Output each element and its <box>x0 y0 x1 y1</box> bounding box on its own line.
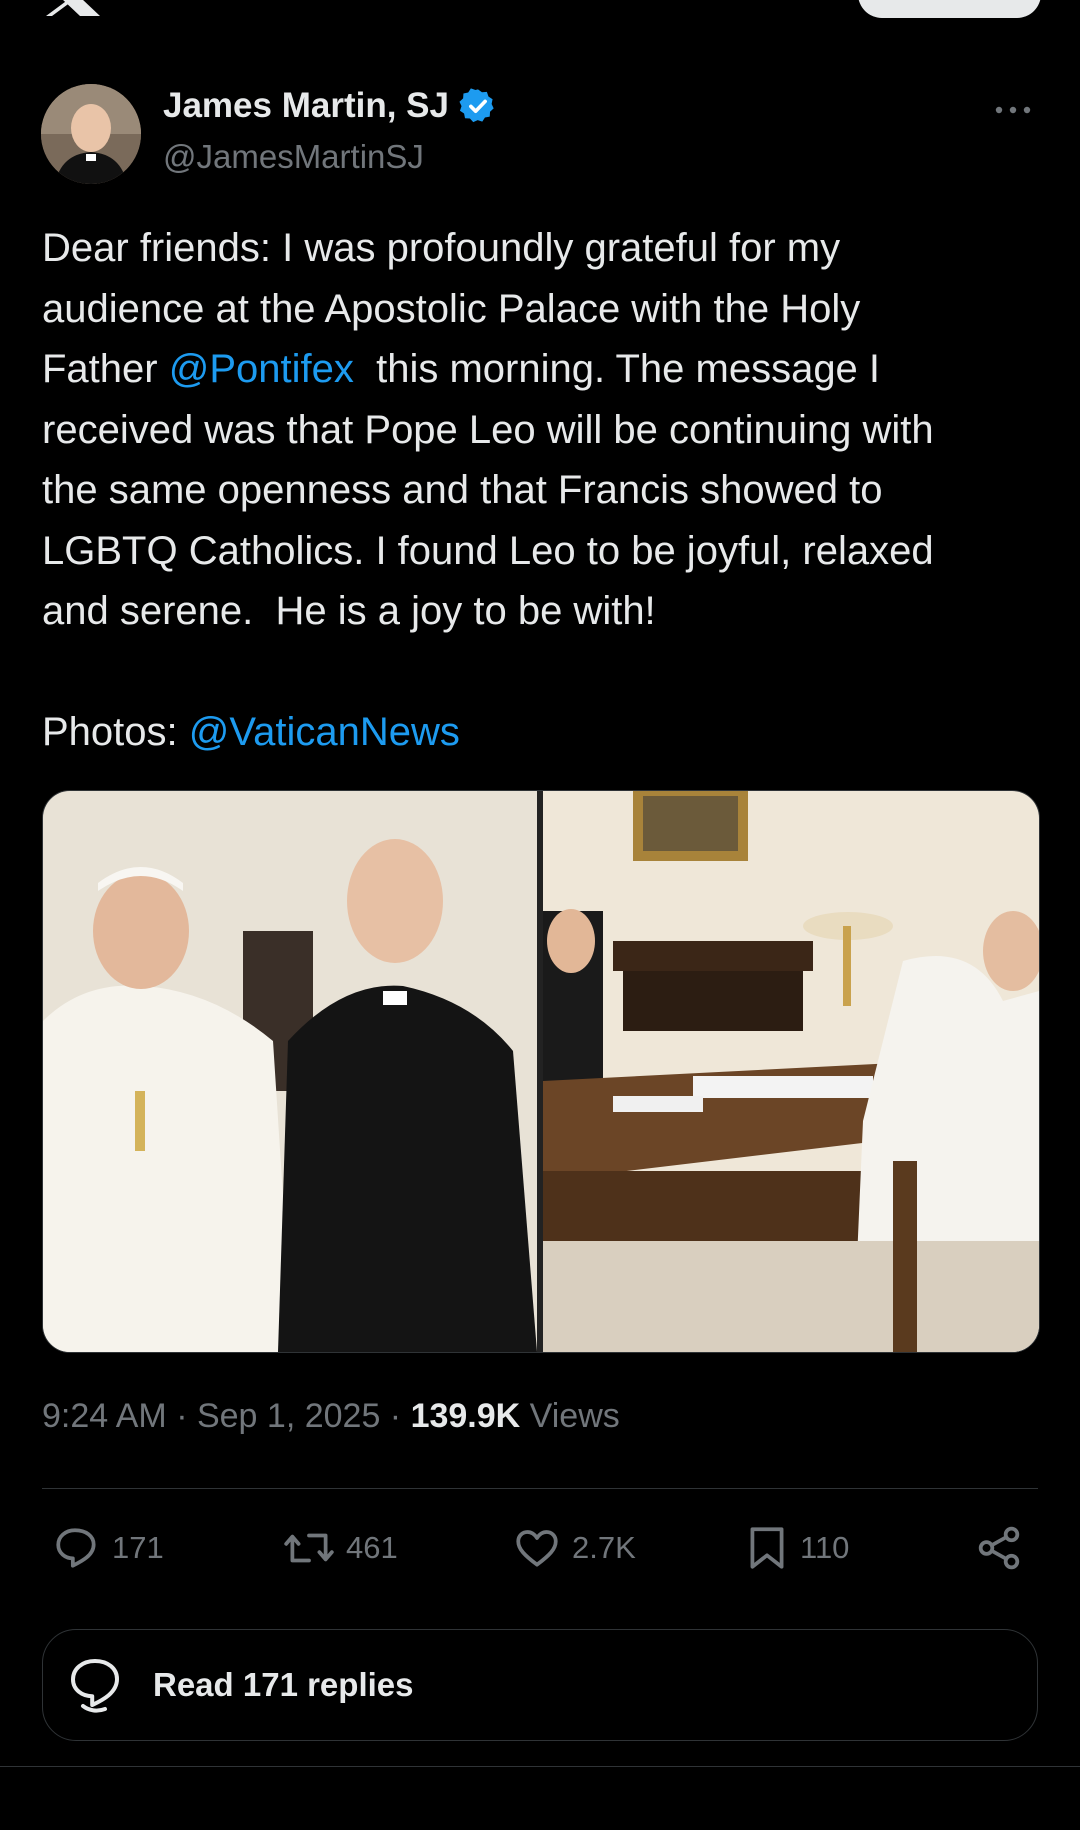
tweet-date[interactable]: Sep 1, 2025 <box>197 1397 380 1435</box>
like-button[interactable]: 2.7K <box>512 1518 636 1578</box>
photo-pope-and-priest[interactable] <box>43 791 537 1352</box>
bookmark-icon <box>750 1527 784 1569</box>
tweet-line: Father <box>42 347 169 391</box>
repost-count: 461 <box>346 1530 398 1565</box>
tweet-media[interactable] <box>42 790 1040 1353</box>
tweet-line: audience at the Apostolic Palace with th… <box>42 286 861 331</box>
photo-audience-room[interactable] <box>543 791 1039 1352</box>
tweet-line: this morning. The message I <box>353 347 881 391</box>
tweet-line: Photos: <box>42 710 189 754</box>
tweet-line: received was that Pope Leo will be conti… <box>42 407 934 452</box>
read-replies-label: Read 171 replies <box>153 1666 414 1703</box>
read-replies-button[interactable]: Read 171 replies <box>42 1629 1038 1741</box>
reply-icon <box>56 1528 96 1568</box>
repost-icon <box>284 1533 334 1563</box>
like-count: 2.7K <box>572 1530 636 1565</box>
share-icon <box>978 1526 1020 1570</box>
tweet-line: the same openness and that Francis showe… <box>42 468 883 512</box>
tweet-line: and serene. He is a joy to be with! <box>42 589 656 633</box>
sign-up-button[interactable] <box>858 0 1041 18</box>
more-options-icon[interactable] <box>993 98 1033 122</box>
tweet-line: LGBTQ Catholics. I found Leo to be joyfu… <box>42 528 934 573</box>
bookmark-button[interactable]: 110 <box>744 1518 849 1578</box>
views-label: Views <box>520 1397 620 1435</box>
tweet-text: Dear friends: I was profoundly grateful … <box>42 218 1042 763</box>
tweet-line: Dear friends: I was profoundly grateful … <box>42 226 841 270</box>
author-handle[interactable]: @JamesMartinSJ <box>163 138 424 176</box>
reply-button[interactable]: 171 <box>52 1518 164 1578</box>
divider <box>42 1488 1038 1489</box>
tweet-time[interactable]: 9:24 AM <box>42 1397 167 1435</box>
share-button[interactable] <box>974 1518 1024 1578</box>
action-bar: 171 461 2.7K 110 <box>42 1518 1038 1578</box>
avatar[interactable] <box>41 84 141 184</box>
tweet-meta: 9:24 AM · Sep 1, 2025 · 139.9K Views <box>42 1397 620 1436</box>
conversation-icon <box>71 1659 119 1713</box>
mention-link[interactable]: @VaticanNews <box>189 710 460 754</box>
top-bar <box>0 0 1080 30</box>
heart-icon <box>516 1530 558 1567</box>
author-name[interactable]: James Martin, SJ <box>163 86 497 126</box>
verified-badge-icon <box>459 88 494 123</box>
reply-count: 171 <box>112 1530 164 1565</box>
separator: · <box>166 1397 197 1435</box>
x-logo-icon[interactable] <box>42 0 102 16</box>
separator: · <box>380 1397 411 1435</box>
repost-button[interactable]: 461 <box>282 1518 398 1578</box>
mention-link[interactable]: @Pontifex <box>169 347 354 391</box>
bookmark-count: 110 <box>800 1530 850 1565</box>
views-count: 139.9K <box>410 1397 521 1435</box>
divider <box>0 1766 1080 1767</box>
author-name-text[interactable]: James Martin, SJ <box>163 86 449 126</box>
